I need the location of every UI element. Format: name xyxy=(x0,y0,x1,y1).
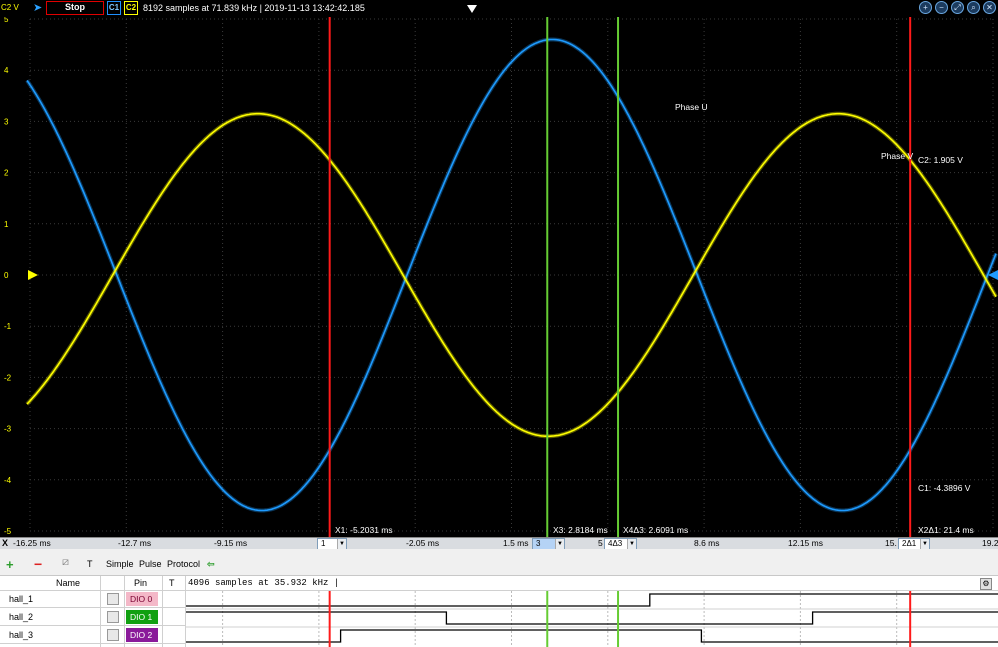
channel-axis-label: C2 V xyxy=(1,3,19,12)
x-tick-label: 15. xyxy=(885,538,897,548)
x-tick-label: 8.6 ms xyxy=(694,538,720,548)
channel-name: hall_2 xyxy=(9,612,34,622)
x-tick-label: -12.7 ms xyxy=(118,538,152,548)
trigger-menu-button[interactable]: T xyxy=(87,559,93,569)
x4-readout: X4Δ3: 2.6091 ms xyxy=(623,525,688,535)
trigger-position-marker[interactable] xyxy=(467,5,477,13)
logic-analyzer-panel: Name Pin T 4096 samples at 35.932 kHz | … xyxy=(0,576,998,647)
scope-app: C2 V ➤ Stop C1 C2 8192 samples at 71.839… xyxy=(0,0,998,647)
column-header-name: Name xyxy=(56,578,81,588)
waveform-chart[interactable]: 5 4 3 2 1 0 -1 -2 -3 -4 -5 Phase U Phase V C2: 1.905 … xyxy=(0,17,998,537)
y-tick-label: -2 xyxy=(4,373,12,382)
x-tick-label: -2.05 ms xyxy=(406,538,440,548)
cursor-1-label: 1 xyxy=(321,539,326,548)
x3-readout: X3: 2.8184 ms xyxy=(553,525,608,535)
x-tick-label: -9.15 ms xyxy=(214,538,248,548)
x-tick-label: 12.15 ms xyxy=(788,538,823,548)
y-tick-label: -4 xyxy=(4,476,12,485)
simple-trigger-button[interactable]: Simple xyxy=(106,559,134,569)
back-arrow-icon[interactable]: ⇦ xyxy=(207,559,215,570)
close-icon[interactable]: ✕ xyxy=(983,1,996,14)
column-divider xyxy=(100,576,101,647)
logic-trace-hall_2 xyxy=(186,611,998,625)
zoom-icon[interactable]: ⌕ xyxy=(967,1,980,14)
channel-1-toggle[interactable]: C1 xyxy=(107,1,121,15)
column-header-pin: Pin xyxy=(134,578,148,588)
logic-header: Name Pin T 4096 samples at 35.932 kHz | xyxy=(0,576,998,591)
y-tick-label: 1 xyxy=(4,220,9,229)
acquisition-status: 8192 samples at 71.839 kHz | 2019-11-13 … xyxy=(143,3,365,13)
chevron-down-icon[interactable]: ▼ xyxy=(920,539,929,549)
trigger-checkbox[interactable] xyxy=(107,629,119,641)
x-tick-label: -16.25 ms xyxy=(13,538,51,548)
pin-badge: DIO 1 xyxy=(126,610,158,624)
y-tick-label: 5 xyxy=(4,17,9,24)
pin-badge: DIO 2 xyxy=(126,628,158,642)
settings-gear-icon[interactable]: ⚙ xyxy=(980,578,992,590)
cursor-4-label: 4Δ3 xyxy=(608,539,623,548)
logic-toolbar: + − ⧄ T Simple Pulse Protocol ⇦ xyxy=(0,549,998,576)
column-divider xyxy=(162,576,163,647)
x-tick-label: 5 xyxy=(598,538,603,548)
channel-name: hall_1 xyxy=(9,594,34,604)
oscilloscope-plot[interactable]: 5 4 3 2 1 0 -1 -2 -3 -4 -5 Phase U Phase V C2: 1.905 … xyxy=(0,17,998,537)
y-tick-label: -5 xyxy=(4,527,12,536)
column-divider xyxy=(124,576,125,647)
c2-cursor-readout: C2: 1.905 V xyxy=(918,155,963,165)
logic-channel-row[interactable]: hall_3 DIO 2 xyxy=(0,627,186,644)
trigger-checkbox[interactable] xyxy=(107,611,119,623)
remove-channel-icon[interactable]: − xyxy=(34,556,42,572)
cursor-2-label: 2Δ1 xyxy=(902,539,917,548)
cursor-3-label: 3 xyxy=(536,539,541,548)
c1-cursor-readout: C1: -4.3896 V xyxy=(918,483,971,493)
x-axis-menu[interactable]: X xyxy=(2,538,8,548)
x-tick-label: 19.2 xyxy=(982,538,998,548)
zoom-fit-icon[interactable]: ⤢ xyxy=(951,1,964,14)
zoom-out-icon[interactable]: − xyxy=(935,1,948,14)
edit-channel-icon[interactable]: ⧄ xyxy=(62,556,69,569)
c2-offset-marker xyxy=(28,270,38,280)
y-tick-label: 2 xyxy=(4,169,9,178)
x1-readout: X1: -5.2031 ms xyxy=(335,525,393,535)
logic-trace-hall_1 xyxy=(186,593,998,607)
y-tick-label: 0 xyxy=(4,271,9,280)
pin-badge: DIO 0 xyxy=(126,592,158,606)
y-tick-label: 4 xyxy=(4,66,9,75)
logic-channel-row[interactable]: hall_1 DIO 0 xyxy=(0,591,186,608)
zoom-in-icon[interactable]: + xyxy=(919,1,932,14)
logic-waveforms[interactable] xyxy=(186,591,998,647)
pulse-trigger-button[interactable]: Pulse xyxy=(139,559,162,569)
trigger-checkbox[interactable] xyxy=(107,593,119,605)
x2-readout: X2Δ1: 21.4 ms xyxy=(918,525,974,535)
logic-channel-row[interactable]: hall_2 DIO 1 xyxy=(0,609,186,626)
chevron-down-icon[interactable]: ▼ xyxy=(627,539,636,549)
logic-sample-status: 4096 samples at 35.932 kHz | xyxy=(188,578,340,588)
zoom-controls: + − ⤢ ⌕ ✕ xyxy=(919,1,996,14)
chevron-down-icon[interactable]: ▼ xyxy=(337,539,346,549)
trace-label-phase-v: Phase V xyxy=(881,151,913,161)
protocol-menu-button[interactable]: Protocol xyxy=(167,559,200,569)
y-tick-label: -1 xyxy=(4,322,12,331)
chevron-down-icon[interactable]: ▼ xyxy=(555,539,564,549)
logic-trace-hall_3 xyxy=(186,629,998,643)
run-arrow-icon[interactable]: ➤ xyxy=(33,2,43,14)
add-channel-icon[interactable]: + xyxy=(6,557,14,572)
x-tick-label: 1.5 ms xyxy=(503,538,529,548)
top-toolbar: C2 V ➤ Stop C1 C2 8192 samples at 71.839… xyxy=(0,0,998,17)
x-axis-bar: X -16.25 ms -12.7 ms -9.15 ms -2.05 ms 1… xyxy=(0,537,998,550)
channel-2-toggle[interactable]: C2 xyxy=(124,1,138,15)
y-tick-label: -3 xyxy=(4,425,12,434)
stop-button[interactable]: Stop xyxy=(46,1,104,15)
column-header-trigger: T xyxy=(169,578,175,588)
channel-name: hall_3 xyxy=(9,630,34,640)
trace-label-phase-u: Phase U xyxy=(675,102,708,112)
y-tick-label: 3 xyxy=(4,117,9,126)
